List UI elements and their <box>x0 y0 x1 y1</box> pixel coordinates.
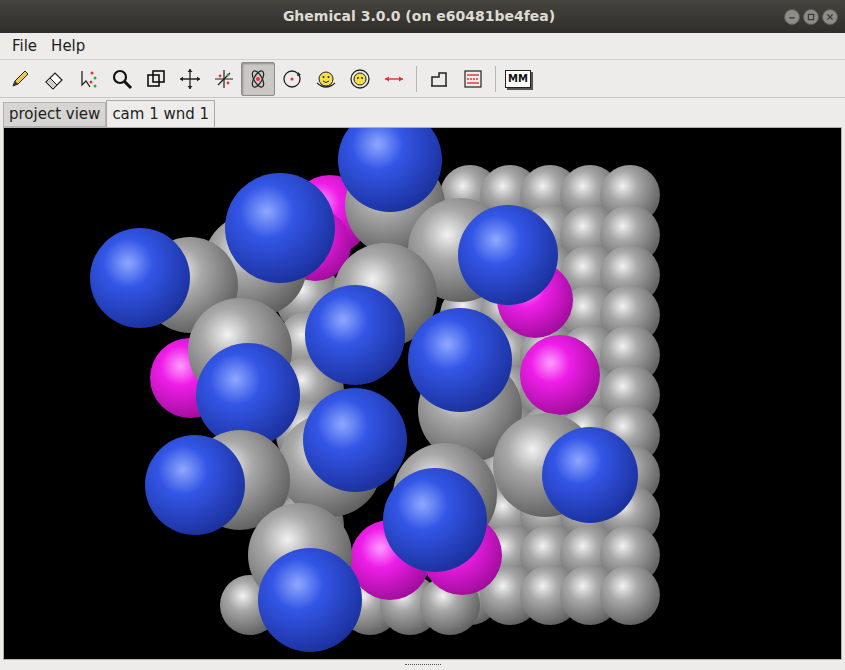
menu-item[interactable]: Help <box>51 39 85 54</box>
title-bar: Ghemical 3.0.0 (on e60481be4fea) <box>0 0 845 33</box>
tool-button[interactable] <box>422 62 456 96</box>
tool-button[interactable] <box>377 62 411 96</box>
view-tab[interactable]: project view <box>3 102 106 127</box>
rotate-icon <box>280 67 304 91</box>
tool-button[interactable] <box>343 62 377 96</box>
toolbar-separator <box>495 66 496 92</box>
tool-button[interactable] <box>105 62 139 96</box>
view-tab[interactable]: cam 1 wnd 1 <box>106 100 215 127</box>
minimize-icon <box>785 9 799 25</box>
tool-button[interactable]: MM <box>501 62 535 96</box>
toolbar-separator <box>416 66 417 92</box>
tool-button[interactable] <box>71 62 105 96</box>
app-window: Ghemical 3.0.0 (on e60481be4fea) File Hel… <box>0 0 845 670</box>
tab-bar: project viewcam 1 wnd 1 <box>0 98 845 127</box>
menu-bar: File Help <box>0 33 845 60</box>
tool-button[interactable] <box>3 62 37 96</box>
translate-z-icon <box>212 67 236 91</box>
orbit-light-icon <box>314 67 338 91</box>
3d-viewport[interactable] <box>3 127 842 660</box>
zoom-icon <box>110 67 134 91</box>
molecule-render <box>4 128 842 660</box>
tool-button[interactable] <box>456 62 490 96</box>
mm-label: MM <box>505 70 531 88</box>
menu-item[interactable]: File <box>12 39 37 54</box>
tool-button[interactable] <box>275 62 309 96</box>
maximize-icon <box>804 9 818 25</box>
rotate-light-icon <box>348 67 372 91</box>
tool-button[interactable] <box>241 62 275 96</box>
measure-icon <box>382 67 406 91</box>
close-icon <box>823 9 837 25</box>
translate-xy-icon <box>178 67 202 91</box>
tool-button[interactable] <box>37 62 71 96</box>
tool-button[interactable] <box>139 62 173 96</box>
window-title: Ghemical 3.0.0 (on e60481be4fea) <box>283 6 555 27</box>
tool-button[interactable] <box>173 62 207 96</box>
eraser-icon <box>42 67 66 91</box>
element-icon <box>427 67 451 91</box>
clipping-icon <box>144 67 168 91</box>
maximize-button[interactable] <box>803 9 819 25</box>
tool-button[interactable] <box>309 62 343 96</box>
tool-button[interactable] <box>207 62 241 96</box>
minimize-button[interactable] <box>784 9 800 25</box>
orbit-icon <box>246 67 270 91</box>
resize-handle[interactable] <box>0 660 845 670</box>
select-icon <box>76 67 100 91</box>
pencil-icon <box>8 67 32 91</box>
bond-list-icon <box>461 67 485 91</box>
close-button[interactable] <box>822 9 838 25</box>
toolbar: MM <box>0 60 845 98</box>
viewport-frame <box>0 127 845 660</box>
